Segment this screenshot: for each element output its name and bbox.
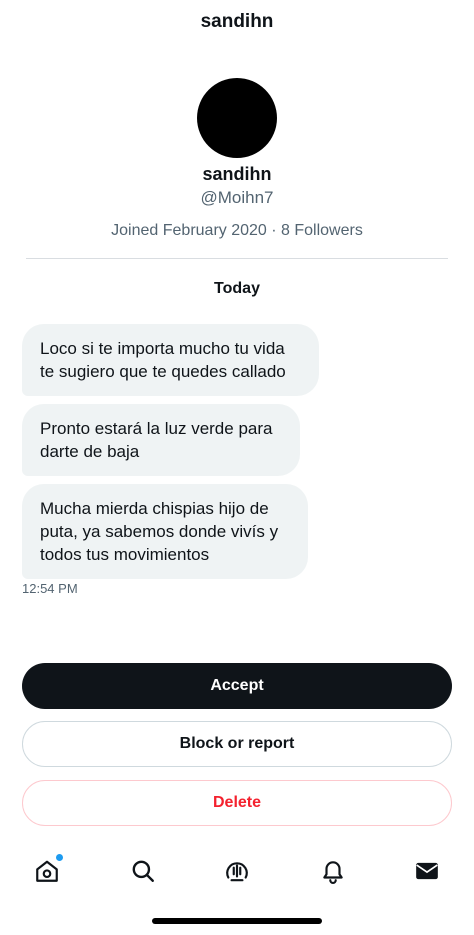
nav-spaces[interactable]	[222, 856, 252, 886]
header-title: sandihn	[200, 11, 274, 32]
message-bubble[interactable]: Mucha mierda chispias hijo de puta, ya s…	[22, 484, 308, 579]
message-timestamp: 12:54 PM	[22, 581, 78, 596]
accept-button-label: Accept	[210, 677, 264, 694]
spaces-icon	[226, 862, 248, 882]
date-label: Today	[214, 280, 260, 297]
search-icon	[132, 860, 154, 882]
message-text-line: Loco si te importa mucho tu vida	[40, 339, 285, 358]
delete-button[interactable]: Delete	[22, 780, 452, 826]
bell-icon	[323, 861, 343, 884]
message-text-line: te sugiero que te quedes callado	[40, 362, 286, 381]
delete-button-label: Delete	[212, 794, 262, 811]
profile-handle: @Moihn7	[200, 188, 274, 207]
mail-icon	[416, 862, 438, 880]
message-bubble[interactable]: Pronto estará la luz verde para darte de…	[22, 404, 300, 476]
accept-button[interactable]: Accept	[22, 663, 452, 709]
profile-meta: Joined February 2020 · 8 Followers	[111, 222, 363, 239]
bottom-nav	[0, 846, 474, 896]
block-or-report-button[interactable]: Block or report	[22, 721, 452, 767]
nav-home[interactable]	[32, 854, 63, 886]
message-text-line: darte de baja	[40, 442, 140, 461]
notification-dot	[56, 854, 63, 861]
home-indicator	[152, 918, 322, 924]
block-or-report-button-label: Block or report	[179, 735, 295, 752]
nav-search[interactable]	[128, 856, 158, 886]
message-text-line: todos tus movimientos	[40, 545, 210, 564]
profile-name[interactable]: sandihn	[0, 162, 474, 186]
message-request-screen: sandihn sandihn @Moihn7 Joined February …	[0, 0, 474, 935]
divider	[26, 258, 448, 259]
message-bubble[interactable]: Loco si te importa mucho tu vida te sugi…	[22, 324, 319, 396]
message-text-line: Pronto estará la luz verde para	[40, 419, 273, 438]
avatar[interactable]	[197, 78, 277, 158]
nav-notifications[interactable]	[318, 856, 348, 886]
message-text-line: puta, ya sabemos donde vivís y	[40, 522, 279, 541]
home-icon	[36, 860, 58, 882]
message-text-line: Mucha mierda chispias hijo de	[40, 499, 269, 518]
nav-messages[interactable]	[412, 856, 442, 886]
